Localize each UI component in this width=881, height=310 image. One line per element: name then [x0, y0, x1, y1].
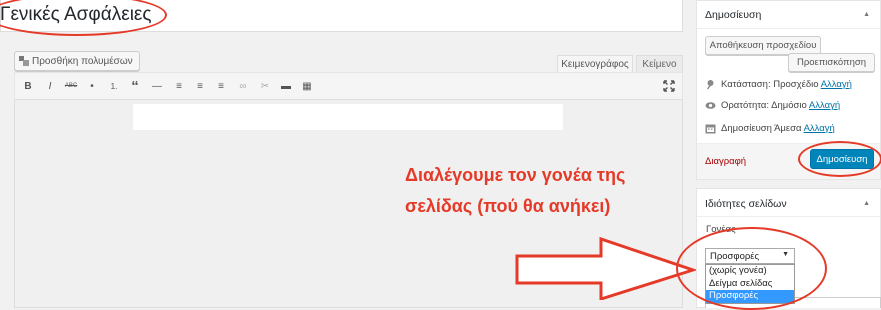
annotation-line-1: Διαλέγουμε τον γονέα της	[405, 165, 626, 185]
collapse-icon[interactable]: ▲	[863, 200, 870, 207]
calendar-icon	[705, 123, 716, 134]
bold-button[interactable]: B	[19, 78, 37, 94]
visibility-row: Ορατότητα: Δημόσιο Αλλαγή	[705, 100, 840, 111]
italic-button[interactable]: I	[41, 78, 59, 94]
status-edit-link[interactable]: Αλλαγή	[821, 79, 852, 90]
status-row: Κατάσταση: Προσχέδιο Αλλαγή	[705, 79, 852, 90]
status-value: Προσχέδιο	[773, 79, 819, 90]
collapse-icon[interactable]: ▲	[863, 11, 870, 18]
blockquote-button[interactable]: “	[126, 78, 144, 95]
schedule-row: Δημοσίευση Άμεσα Αλλαγή	[705, 123, 835, 134]
fullscreen-icon[interactable]	[660, 78, 678, 94]
read-more-button[interactable]: ▬	[277, 78, 295, 94]
pin-icon	[705, 79, 716, 90]
tab-text[interactable]: Κείμενο	[636, 55, 683, 72]
media-icon	[19, 56, 29, 66]
numbered-list-button[interactable]: 1.	[105, 78, 123, 94]
align-left-button[interactable]: ≡	[170, 78, 188, 94]
strikethrough-button[interactable]: ABC	[62, 78, 80, 94]
annotation-arrow	[515, 236, 697, 300]
schedule-label: Δημοσίευση	[721, 123, 772, 134]
tab-visual[interactable]: Κειμενογράφος	[557, 55, 633, 72]
annotation-line-2: σελίδας (πού θα ανήκει)	[405, 196, 611, 216]
horizontal-line-button[interactable]: —	[148, 78, 166, 94]
add-media-label: Προσθήκη πολυμέσων	[32, 55, 133, 67]
visibility-edit-link[interactable]: Αλλαγή	[809, 100, 840, 111]
preview-button[interactable]: Προεπισκόπηση	[788, 53, 875, 72]
align-right-button[interactable]: ≡	[212, 78, 230, 94]
visibility-label: Ορατότητα:	[721, 100, 769, 111]
bullet-list-button[interactable]: •	[83, 78, 101, 94]
eye-icon	[705, 100, 716, 111]
status-label: Κατάσταση:	[721, 79, 771, 90]
publish-highlight-oval	[798, 141, 881, 177]
schedule-edit-link[interactable]: Αλλαγή	[804, 123, 835, 134]
publish-box-title: Δημοσίευση	[705, 9, 762, 21]
align-center-button[interactable]: ≡	[191, 78, 209, 94]
annotation-text: Διαλέγουμε τον γονέα της σελίδας (πού θα…	[405, 160, 625, 222]
editor-content[interactable]	[133, 104, 563, 130]
delete-link[interactable]: Διαγραφή	[705, 156, 746, 167]
parent-highlight-oval	[676, 227, 827, 310]
insert-link-button[interactable]: ∞	[234, 78, 252, 94]
add-media-button[interactable]: Προσθήκη πολυμέσων	[14, 51, 140, 71]
remove-link-button[interactable]: ✂	[256, 78, 274, 94]
toolbar-toggle-button[interactable]: ▦	[298, 78, 316, 94]
schedule-value: Άμεσα	[774, 123, 802, 134]
editor-toolbar: B I ABC • 1. “ — ≡ ≡ ≡ ∞ ✂ ▬ ▦	[14, 72, 683, 100]
visibility-value: Δημόσιο	[771, 100, 807, 111]
page-attributes-title: Ιδιότητες σελίδων	[705, 198, 787, 210]
